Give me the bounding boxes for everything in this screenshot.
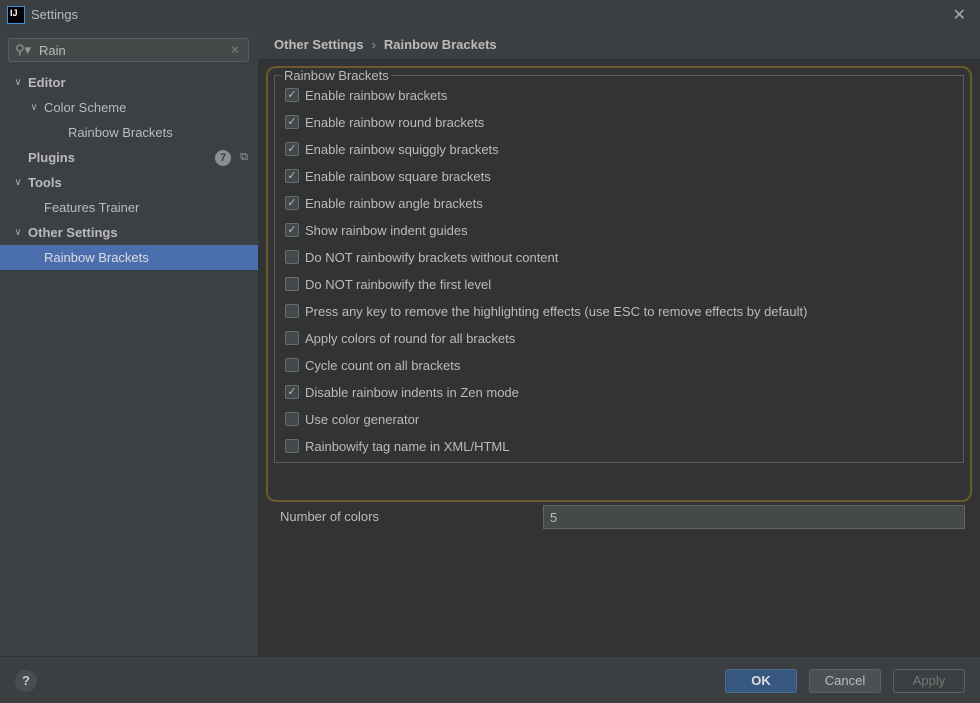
option-label: Enable rainbow brackets: [305, 87, 448, 103]
option-label: Enable rainbow square brackets: [305, 168, 491, 184]
checkbox-checked-icon[interactable]: ✓: [285, 88, 299, 102]
checkbox-checked-icon[interactable]: ✓: [285, 196, 299, 210]
sidebar-item[interactable]: Features Trainer: [0, 195, 258, 220]
breadcrumb: Other Settings › Rainbow Brackets: [258, 29, 980, 59]
number-of-colors-label: Number of colors: [280, 509, 379, 524]
search-highlight-frame: Rainbow Brackets ✓ Enable rainbow bracket…: [266, 66, 972, 529]
option-label: Enable rainbow squiggly brackets: [305, 141, 499, 157]
sidebar-item-label: Features Trainer: [44, 200, 140, 215]
ok-button[interactable]: OK: [725, 669, 797, 693]
checkbox-unchecked-icon[interactable]: [285, 331, 299, 345]
checkbox-checked-icon[interactable]: ✓: [285, 142, 299, 156]
option-label: Enable rainbow round brackets: [305, 114, 485, 130]
sidebar-item[interactable]: ∨ Color Scheme: [0, 95, 258, 120]
option-label: Show rainbow indent guides: [305, 222, 468, 238]
copy-icon: ⧉: [240, 151, 248, 163]
option-label: Do NOT rainbowify brackets without conte…: [305, 249, 559, 265]
checkbox-checked-icon[interactable]: ✓: [285, 169, 299, 183]
sidebar-item[interactable]: Rainbow Brackets: [0, 120, 258, 145]
group-title: Rainbow Brackets: [282, 68, 391, 83]
breadcrumb-current: Rainbow Brackets: [383, 36, 497, 52]
app-logo: IJ: [7, 5, 25, 24]
checkbox-unchecked-icon[interactable]: [285, 277, 299, 291]
checkbox-unchecked-icon[interactable]: [285, 250, 299, 264]
sidebar-item[interactable]: ∨ Tools: [0, 170, 258, 195]
search-icon: ⚲▾: [15, 42, 32, 57]
sidebar-item-label: Editor: [28, 75, 66, 90]
number-of-colors-input[interactable]: [543, 505, 965, 529]
option-checkbox[interactable]: ✓ Enable rainbow angle brackets: [285, 193, 483, 213]
sidebar: ⚲▾ ✕ ∨ Editor ∨ Color Scheme Rainbow Bracket…: [0, 29, 258, 656]
checkbox-unchecked-icon[interactable]: [285, 304, 299, 318]
sidebar-item-label: Rainbow Brackets: [68, 125, 173, 140]
search-input[interactable]: [39, 42, 220, 58]
option-checkbox[interactable]: Do NOT rainbowify brackets without conte…: [285, 247, 558, 267]
breadcrumb-separator-icon: ›: [371, 36, 376, 52]
option-checkbox[interactable]: ✓ Show rainbow indent guides: [285, 220, 468, 240]
sidebar-item-label: Rainbow Brackets: [44, 250, 149, 265]
option-checkbox[interactable]: ✓ Enable rainbow squiggly brackets: [285, 139, 499, 159]
main-panel: Other Settings › Rainbow Brackets Rainbo…: [258, 29, 980, 656]
checkbox-checked-icon[interactable]: ✓: [285, 223, 299, 237]
clear-search-icon[interactable]: ✕: [230, 43, 240, 57]
option-label: Cycle count on all brackets: [305, 357, 461, 373]
rainbow-brackets-group: Rainbow Brackets ✓ Enable rainbow bracket…: [274, 68, 964, 463]
close-icon[interactable]: ✕: [953, 5, 966, 25]
option-checkbox[interactable]: ✓ Enable rainbow brackets: [285, 85, 447, 105]
search-box[interactable]: ⚲▾ ✕: [8, 38, 249, 62]
checkbox-unchecked-icon[interactable]: [285, 358, 299, 372]
option-checkbox[interactable]: Apply colors of round for all brackets: [285, 328, 515, 348]
sidebar-item[interactable]: ∨ Other Settings: [0, 220, 258, 245]
chevron-down-icon: ∨: [30, 102, 38, 113]
option-checkbox[interactable]: Use color generator: [285, 409, 419, 429]
option-label: Enable rainbow angle brackets: [305, 195, 483, 211]
chevron-down-icon: ∨: [14, 77, 22, 88]
button-bar: ? OK Cancel Apply: [0, 656, 980, 703]
apply-button[interactable]: Apply: [893, 669, 965, 693]
help-button[interactable]: ?: [15, 670, 37, 692]
chevron-down-icon: ∨: [14, 227, 22, 238]
window-title: Settings: [31, 7, 78, 22]
breadcrumb-parent[interactable]: Other Settings: [274, 37, 364, 52]
sidebar-item-label: Plugins: [28, 150, 75, 165]
option-checkbox[interactable]: Press any key to remove the highlighting…: [285, 301, 807, 321]
option-label: Press any key to remove the highlighting…: [305, 303, 808, 319]
option-label: Disable rainbow indents in Zen mode: [305, 384, 519, 400]
option-label: Do NOT rainbowify the first level: [305, 276, 492, 292]
checkbox-unchecked-icon[interactable]: [285, 412, 299, 426]
option-checkbox[interactable]: ✓ Enable rainbow square brackets: [285, 166, 491, 186]
option-checkbox[interactable]: Do NOT rainbowify the first level: [285, 274, 491, 294]
sidebar-item[interactable]: Plugins 7 ⧉: [0, 145, 258, 170]
option-checkbox[interactable]: ✓ Disable rainbow indents in Zen mode: [285, 382, 519, 402]
option-label: Rainbowify tag name in XML/HTML: [305, 438, 510, 454]
option-checkbox[interactable]: Cycle count on all brackets: [285, 355, 460, 375]
sidebar-item[interactable]: ∨ Editor: [0, 70, 258, 95]
checkbox-checked-icon[interactable]: ✓: [285, 115, 299, 129]
sidebar-item[interactable]: Rainbow Brackets: [0, 245, 258, 270]
checkbox-unchecked-icon[interactable]: [285, 439, 299, 453]
option-label: Use color generator: [305, 411, 420, 427]
option-checkbox[interactable]: ✓ Enable rainbow round brackets: [285, 112, 484, 132]
sidebar-item-label: Tools: [28, 175, 62, 190]
option-label: Apply colors of round for all brackets: [305, 330, 516, 346]
updates-badge: 7: [215, 149, 231, 166]
cancel-button[interactable]: Cancel: [809, 669, 881, 693]
option-checkbox[interactable]: Rainbowify tag name in XML/HTML: [285, 436, 509, 456]
chevron-down-icon: ∨: [14, 177, 22, 188]
title-bar: IJ Settings ✕: [0, 0, 980, 29]
sidebar-item-label: Color Scheme: [44, 100, 127, 115]
checkbox-checked-icon[interactable]: ✓: [285, 385, 299, 399]
sidebar-item-label: Other Settings: [28, 225, 118, 240]
